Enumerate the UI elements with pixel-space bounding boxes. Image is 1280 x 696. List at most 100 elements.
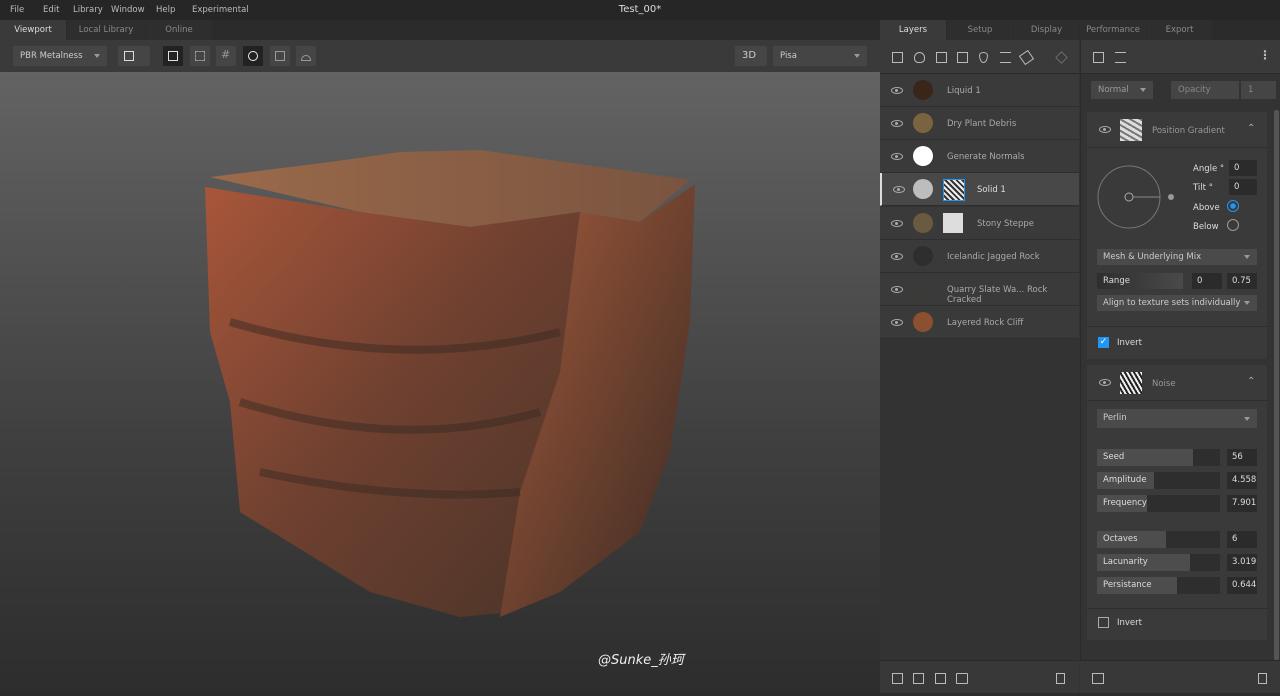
- eye-icon[interactable]: [891, 286, 903, 293]
- persistance-input[interactable]: 0.644: [1227, 577, 1257, 594]
- layer-row[interactable]: Dry Plant Debris: [880, 107, 1079, 140]
- layer-row[interactable]: Stony Steppe: [880, 207, 1079, 240]
- menu-file[interactable]: File: [10, 5, 24, 15]
- tab-export[interactable]: Export: [1147, 20, 1212, 40]
- chevron-up-icon[interactable]: ⌃: [1247, 123, 1255, 134]
- mask-thumbnail[interactable]: [943, 213, 963, 233]
- layer-row[interactable]: Generate Normals: [880, 140, 1079, 173]
- add-generator-icon[interactable]: [935, 673, 946, 684]
- shader-dropdown[interactable]: PBR Metalness: [13, 46, 107, 66]
- tab-online[interactable]: Online: [146, 20, 212, 40]
- eye-icon[interactable]: [891, 120, 903, 127]
- solid-layer-icon[interactable]: [957, 52, 968, 63]
- wireframe-button[interactable]: #: [216, 46, 236, 66]
- eye-icon[interactable]: [1099, 379, 1111, 386]
- align-dropdown[interactable]: Align to texture sets individually: [1097, 295, 1257, 311]
- layer-row[interactable]: Layered Rock Cliff: [880, 306, 1079, 339]
- tab-layers[interactable]: Layers: [880, 20, 946, 40]
- target-button[interactable]: [243, 46, 263, 66]
- layer-row[interactable]: Quarry Slate Wa... Rock Cracked: [880, 273, 1079, 306]
- section-header[interactable]: Position Gradient ⌃: [1087, 112, 1267, 148]
- eye-icon[interactable]: [1099, 126, 1111, 133]
- eye-icon[interactable]: [891, 87, 903, 94]
- range-min-input[interactable]: 0: [1192, 273, 1222, 289]
- light-button[interactable]: [296, 46, 316, 66]
- layer-row-selected[interactable]: Solid 1: [880, 173, 1079, 206]
- angle-dial[interactable]: [1097, 162, 1177, 232]
- scrollbar[interactable]: [1274, 110, 1279, 660]
- trash-icon[interactable]: [1258, 673, 1267, 684]
- view-mode-value: 3D: [742, 50, 757, 61]
- blend-mode-dropdown[interactable]: Normal: [1091, 81, 1153, 99]
- mask-thumbnail[interactable]: [943, 179, 965, 201]
- image-button[interactable]: [163, 46, 183, 66]
- tab-performance[interactable]: Performance: [1080, 20, 1146, 40]
- tab-setup[interactable]: Setup: [947, 20, 1013, 40]
- display-mode-button[interactable]: [118, 46, 150, 66]
- add-mask-icon[interactable]: [892, 673, 903, 684]
- persistance-slider[interactable]: Persistance: [1097, 577, 1220, 594]
- folder-icon[interactable]: [956, 673, 968, 684]
- fill-layer-icon[interactable]: [892, 52, 903, 63]
- chevron-up-icon[interactable]: ⌃: [1247, 376, 1255, 387]
- layer-row[interactable]: Icelandic Jagged Rock: [880, 240, 1079, 273]
- octaves-input[interactable]: 6: [1227, 531, 1257, 548]
- sliders-icon[interactable]: [1115, 52, 1126, 63]
- frequency-input[interactable]: 7.901: [1227, 495, 1257, 512]
- section-header[interactable]: Noise ⌃: [1087, 365, 1267, 401]
- tab-local-library[interactable]: Local Library: [67, 20, 145, 40]
- view-mode-dropdown[interactable]: 3D: [735, 46, 767, 66]
- lacunarity-input[interactable]: 3.019: [1227, 554, 1257, 571]
- eye-icon[interactable]: [891, 253, 903, 260]
- more-options-icon[interactable]: ⋮: [1259, 48, 1271, 62]
- invert-checkbox[interactable]: [1098, 617, 1109, 628]
- layers-stack-icon[interactable]: [1055, 51, 1068, 64]
- eye-icon[interactable]: [891, 153, 903, 160]
- section-title: Position Gradient: [1152, 126, 1225, 136]
- menu-help[interactable]: Help: [156, 5, 175, 15]
- gradient-mode-dropdown[interactable]: Mesh & Underlying Mix: [1097, 249, 1257, 265]
- noise-type-dropdown[interactable]: Perlin: [1097, 409, 1257, 428]
- menu-experimental[interactable]: Experimental: [192, 5, 249, 15]
- seed-input[interactable]: 56: [1227, 449, 1257, 466]
- range-slider[interactable]: Range: [1097, 273, 1183, 289]
- octaves-slider[interactable]: Octaves: [1097, 531, 1220, 548]
- mask-icon[interactable]: [1093, 52, 1104, 63]
- invert-checkbox-checked[interactable]: ✓: [1098, 337, 1109, 348]
- above-radio[interactable]: [1227, 200, 1239, 212]
- opacity-input[interactable]: 1: [1241, 81, 1276, 99]
- layer-add-toolbar: [880, 40, 1079, 74]
- tilt-input[interactable]: 0: [1229, 179, 1257, 195]
- brush-icon[interactable]: [1018, 49, 1035, 66]
- grid-split-button[interactable]: [190, 46, 210, 66]
- seed-slider[interactable]: Seed: [1097, 449, 1220, 466]
- amplitude-slider[interactable]: Amplitude: [1097, 472, 1220, 489]
- liquid-icon[interactable]: [979, 52, 988, 63]
- menu-window[interactable]: Window: [111, 5, 145, 15]
- menu-edit[interactable]: Edit: [43, 5, 59, 15]
- angle-input[interactable]: 0: [1229, 160, 1257, 176]
- lacunarity-slider[interactable]: Lacunarity: [1097, 554, 1220, 571]
- environment-dropdown[interactable]: Pisa: [773, 46, 867, 66]
- frame-button[interactable]: [270, 46, 290, 66]
- eye-icon[interactable]: [891, 319, 903, 326]
- range-max-input[interactable]: 0.75: [1227, 273, 1257, 289]
- waves-icon[interactable]: [1000, 52, 1011, 63]
- menu-library[interactable]: Library: [73, 5, 103, 15]
- tab-display[interactable]: Display: [1014, 20, 1079, 40]
- below-radio[interactable]: [1227, 219, 1239, 231]
- frequency-slider[interactable]: Frequency: [1097, 495, 1220, 512]
- invert-label: Invert: [1117, 618, 1142, 628]
- folder-icon[interactable]: [1092, 673, 1104, 684]
- amplitude-input[interactable]: 4.558: [1227, 472, 1257, 489]
- gradient-mode-value: Mesh & Underlying Mix: [1103, 252, 1202, 262]
- smart-material-icon[interactable]: [936, 52, 947, 63]
- add-id-icon[interactable]: [913, 673, 924, 684]
- eye-icon[interactable]: [891, 220, 903, 227]
- tab-viewport[interactable]: Viewport: [0, 20, 66, 40]
- 3d-viewport[interactable]: [0, 72, 880, 693]
- trash-icon[interactable]: [1056, 673, 1065, 684]
- eye-icon[interactable]: [893, 186, 905, 193]
- layer-row[interactable]: Liquid 1: [880, 74, 1079, 107]
- leaf-icon[interactable]: [914, 52, 925, 63]
